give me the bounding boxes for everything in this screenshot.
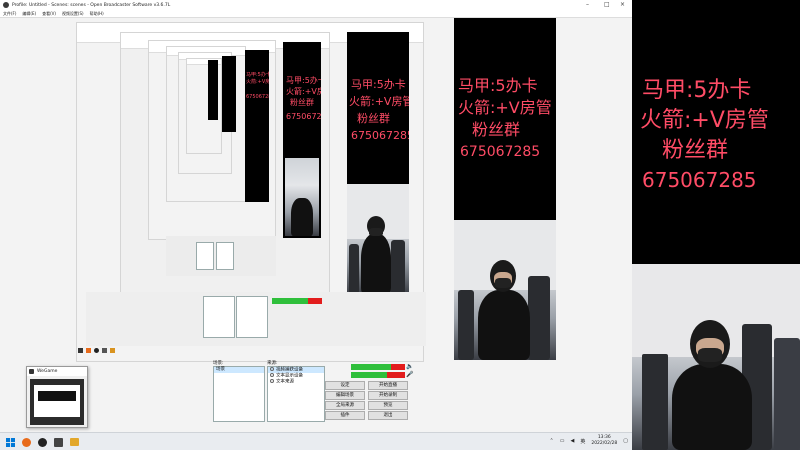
source-item[interactable]: 文本来源 bbox=[268, 379, 324, 385]
edit-scene-button[interactable]: 编辑场景 bbox=[325, 391, 365, 400]
scenes-list[interactable]: 场景 bbox=[213, 366, 265, 422]
exit-button[interactable]: 退出 bbox=[368, 411, 408, 420]
menu-file[interactable]: 文件(F) bbox=[3, 11, 16, 17]
sources-list[interactable]: 视频捕获设备 文本显示设备 文本来源 bbox=[267, 366, 325, 422]
visibility-icon[interactable] bbox=[270, 367, 274, 371]
folder-icon[interactable] bbox=[68, 436, 80, 448]
overlay-line1: 马甲:5办卡 bbox=[642, 78, 752, 103]
menu-video[interactable]: 视频设置(S) bbox=[62, 11, 84, 17]
speaker-icon[interactable]: 🔈 bbox=[406, 363, 413, 370]
obs-titlebar: Profile: Untitled - Scenes: scenes - Ope… bbox=[0, 0, 632, 10]
windows-start-icon[interactable] bbox=[4, 436, 16, 448]
overlay-line3: 粉丝群 bbox=[662, 138, 729, 163]
obs-icon bbox=[3, 2, 9, 8]
close-icon[interactable]: × bbox=[620, 1, 625, 9]
minimize-icon[interactable]: – bbox=[586, 1, 589, 9]
network-icon[interactable]: ▭ bbox=[560, 438, 565, 444]
app-icon[interactable] bbox=[52, 436, 64, 448]
menu-view[interactable]: 查看(V) bbox=[42, 11, 56, 17]
preview-button[interactable]: 预览 bbox=[368, 401, 408, 410]
nested-dock-1 bbox=[86, 292, 426, 346]
preview-text-line4: 675067285 bbox=[460, 144, 541, 160]
mic-icon[interactable]: 🎤 bbox=[406, 371, 413, 378]
plugins-button[interactable]: 插件 bbox=[325, 411, 365, 420]
nested-black-a bbox=[208, 60, 218, 120]
stream-output-panel: 马甲:5办卡 火箭:+V房管 粉丝群 675067285 bbox=[632, 0, 800, 450]
obs-icon[interactable] bbox=[36, 436, 48, 448]
visibility-icon[interactable] bbox=[270, 373, 274, 377]
nested-black-d: 马甲:5办卡 火箭:+V房管 粉丝群 675067285 bbox=[283, 42, 321, 238]
chevron-up-icon[interactable]: ⌃ bbox=[550, 438, 554, 444]
nested-black-b bbox=[222, 56, 236, 132]
nested-taskbar-icons bbox=[78, 348, 128, 356]
mic-audio-meter[interactable] bbox=[351, 372, 405, 378]
start-record-button[interactable]: 开始录制 bbox=[368, 391, 408, 400]
wegame-title: WeGame bbox=[27, 367, 87, 376]
input-language[interactable]: 英 bbox=[580, 438, 585, 445]
system-tray: ⌃ ▭ ◀ 英 13:36 2022/02/28 ▢ bbox=[550, 435, 628, 447]
preview-text-line1: 马甲:5办卡 bbox=[458, 76, 538, 95]
nested-cam-e bbox=[347, 184, 409, 294]
menu-help[interactable]: 帮助(H) bbox=[90, 11, 104, 17]
visibility-icon[interactable] bbox=[270, 379, 274, 383]
window-title: Profile: Untitled - Scenes: scenes - Ope… bbox=[12, 2, 171, 8]
preview-text-line3: 粉丝群 bbox=[472, 120, 521, 139]
maximize-icon[interactable]: □ bbox=[604, 1, 610, 9]
start-stream-button[interactable]: 开始直播 bbox=[368, 381, 408, 390]
obs-window: Profile: Untitled - Scenes: scenes - Ope… bbox=[0, 0, 632, 432]
menu-bar: 文件(F) 编辑(E) 查看(V) 视频设置(S) 帮助(H) bbox=[0, 10, 632, 18]
wegame-window[interactable]: WeGame bbox=[26, 366, 88, 428]
preview-text-line2: 火箭:+V房管 bbox=[458, 98, 552, 117]
global-sources-button[interactable]: 全局来源 bbox=[325, 401, 365, 410]
preview-overlay-panel: 马甲:5办卡 火箭:+V房管 粉丝群 675067285 bbox=[454, 18, 556, 360]
overlay-line2: 火箭:+V房管 bbox=[640, 108, 769, 133]
taskbar: ⌃ ▭ ◀ 英 13:36 2022/02/28 ▢ bbox=[0, 432, 632, 450]
settings-button[interactable]: 设定 bbox=[325, 381, 365, 390]
browser-icon[interactable] bbox=[20, 436, 32, 448]
desktop: Profile: Untitled - Scenes: scenes - Ope… bbox=[0, 0, 800, 450]
nested-black-e: 马甲:5办卡 火箭:+V房管 粉丝群 675067285 bbox=[347, 32, 409, 294]
nested-cam-d bbox=[285, 158, 319, 236]
nested-dock-2 bbox=[166, 236, 276, 276]
volume-icon[interactable]: ◀ bbox=[570, 438, 574, 444]
obs-dock: 场景: 来源: 场景 视频捕获设备 文本显示设备 文本来源 🔈 🎤 设定 开始直… bbox=[205, 360, 425, 426]
menu-edit[interactable]: 编辑(E) bbox=[22, 11, 36, 17]
nested-text-c: 马甲:5办卡 bbox=[246, 72, 269, 78]
webcam-feed bbox=[632, 264, 800, 450]
scene-item[interactable]: 场景 bbox=[214, 367, 264, 373]
wegame-content bbox=[30, 379, 84, 425]
notification-icon[interactable]: ▢ bbox=[623, 438, 628, 444]
clock[interactable]: 13:36 2022/02/28 bbox=[591, 435, 617, 447]
nested-black-c: 马甲:5办卡 火箭:+V房管 675067285 bbox=[245, 50, 269, 202]
desktop-audio-meter[interactable] bbox=[351, 364, 405, 370]
overlay-line4: 675067285 bbox=[642, 168, 757, 192]
preview-webcam bbox=[454, 220, 556, 360]
